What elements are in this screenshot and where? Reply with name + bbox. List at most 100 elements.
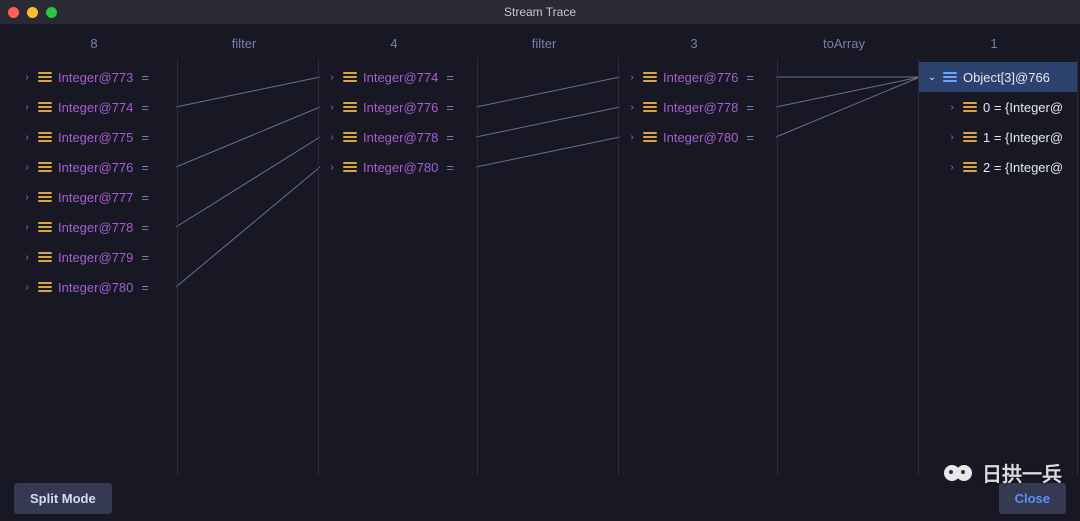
equals-sign: = [141, 130, 149, 145]
close-window-icon[interactable] [8, 7, 19, 18]
object-icon [963, 160, 977, 174]
stream-value-node[interactable]: › Integer@780 = [619, 122, 777, 152]
equals-sign: = [446, 160, 454, 175]
stream-value-node[interactable]: › Integer@776 = [619, 62, 777, 92]
node-label: Integer@775 [58, 130, 133, 145]
object-icon [643, 100, 657, 114]
chevron-right-icon: › [22, 282, 32, 293]
stream-value-node[interactable]: ›Integer@778 = [14, 212, 177, 242]
stream-stage: ›Integer@773 =›Integer@774 =›Integer@775… [0, 58, 1080, 475]
array-element-node[interactable]: › 2 = {Integer@ [919, 152, 1077, 182]
stage-count-header: 3 [614, 36, 774, 51]
node-label: Integer@780 [363, 160, 438, 175]
object-icon [38, 130, 52, 144]
operation-header: toArray [774, 36, 914, 51]
equals-sign: = [141, 190, 149, 205]
chevron-right-icon: › [22, 102, 32, 113]
object-icon [343, 70, 357, 84]
zoom-window-icon[interactable] [46, 7, 57, 18]
object-icon [38, 100, 52, 114]
stream-value-node[interactable]: › Integer@776 = [14, 152, 177, 182]
object-icon [343, 130, 357, 144]
equals-sign: = [141, 280, 149, 295]
node-label: Integer@779 [58, 250, 133, 265]
minimize-window-icon[interactable] [27, 7, 38, 18]
window-controls [8, 7, 57, 18]
array-element-node[interactable]: › 1 = {Integer@ [919, 122, 1077, 152]
node-label: Integer@774 [363, 70, 438, 85]
node-label: Integer@776 [663, 70, 738, 85]
equals-sign: = [446, 70, 454, 85]
node-label: Integer@773 [58, 70, 133, 85]
close-button[interactable]: Close [999, 483, 1066, 514]
array-element-node[interactable]: › 0 = {Integer@ [919, 92, 1077, 122]
chevron-right-icon: › [22, 162, 32, 173]
object-icon [343, 100, 357, 114]
stream-value-node[interactable]: › Integer@777 = [14, 182, 177, 212]
equals-sign: = [746, 70, 754, 85]
node-label: Integer@778 [363, 130, 438, 145]
equals-sign: = [746, 100, 754, 115]
stage-count-header: 8 [14, 36, 174, 51]
object-icon [963, 130, 977, 144]
stream-value-node[interactable]: ⌄ Object[3]@766 [919, 62, 1077, 92]
stream-value-node[interactable]: › Integer@776 = [319, 92, 477, 122]
node-label: Integer@777 [58, 190, 133, 205]
object-icon [38, 220, 52, 234]
chevron-right-icon: › [22, 252, 32, 263]
stream-value-node[interactable]: ›Integer@778 = [319, 122, 477, 152]
node-label: Integer@780 [58, 280, 133, 295]
stream-value-node[interactable]: ›Integer@778 = [619, 92, 777, 122]
chevron-right-icon: › [627, 132, 637, 143]
equals-sign: = [746, 130, 754, 145]
window-title: Stream Trace [0, 5, 1080, 19]
object-icon [963, 100, 977, 114]
chevron-right-icon: › [947, 132, 957, 143]
stream-value-node[interactable]: › Integer@775 = [14, 122, 177, 152]
object-icon [38, 160, 52, 174]
chevron-down-icon: ⌄ [927, 72, 937, 83]
stream-value-node[interactable]: ›Integer@779 = [14, 242, 177, 272]
chevron-right-icon: › [947, 162, 957, 173]
split-mode-button[interactable]: Split Mode [14, 483, 112, 514]
stream-value-node[interactable]: › Integer@780 = [319, 152, 477, 182]
object-icon [643, 130, 657, 144]
stage-count-header: 4 [314, 36, 474, 51]
chevron-right-icon: › [22, 72, 32, 83]
equals-sign: = [141, 160, 149, 175]
node-label: Object[3]@766 [963, 70, 1050, 85]
chevron-right-icon: › [327, 102, 337, 113]
titlebar: Stream Trace [0, 0, 1080, 24]
object-icon [38, 250, 52, 264]
node-label: Integer@774 [58, 100, 133, 115]
node-label: Integer@776 [58, 160, 133, 175]
array-icon [943, 70, 957, 84]
chevron-right-icon: › [22, 132, 32, 143]
node-label: 2 = {Integer@ [983, 160, 1063, 175]
node-label: Integer@776 [363, 100, 438, 115]
object-icon [38, 280, 52, 294]
node-label: Integer@780 [663, 130, 738, 145]
equals-sign: = [141, 100, 149, 115]
stream-value-node[interactable]: ›Integer@773 = [14, 62, 177, 92]
stream-value-node[interactable]: › Integer@774 = [14, 92, 177, 122]
stream-value-node[interactable]: ›Integer@774 = [319, 62, 477, 92]
equals-sign: = [446, 100, 454, 115]
chevron-right-icon: › [22, 222, 32, 233]
object-icon [38, 190, 52, 204]
column-headers: 8filter4filter3toArray1 [0, 28, 1080, 58]
node-label: 0 = {Integer@ [983, 100, 1063, 115]
stream-value-node[interactable]: › Integer@780 = [14, 272, 177, 302]
stage-count-header: 1 [914, 36, 1074, 51]
node-label: 1 = {Integer@ [983, 130, 1063, 145]
chevron-right-icon: › [947, 102, 957, 113]
chevron-right-icon: › [327, 132, 337, 143]
equals-sign: = [141, 220, 149, 235]
chevron-right-icon: › [627, 102, 637, 113]
chevron-right-icon: › [22, 192, 32, 203]
object-icon [643, 70, 657, 84]
object-icon [38, 70, 52, 84]
chevron-right-icon: › [627, 72, 637, 83]
object-icon [343, 160, 357, 174]
chevron-right-icon: › [327, 162, 337, 173]
